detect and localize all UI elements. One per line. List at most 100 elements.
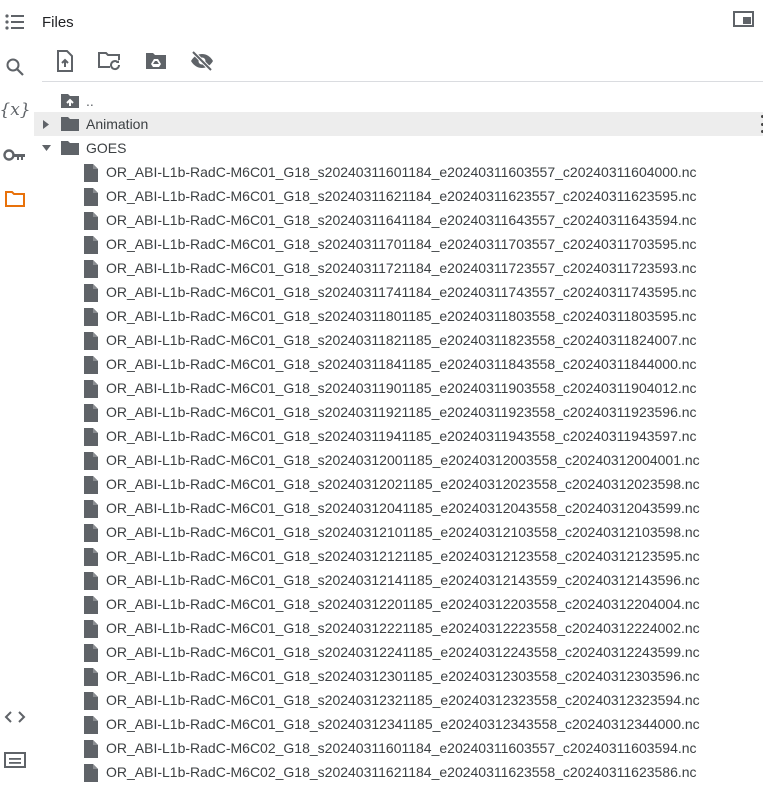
file-name: OR_ABI-L1b-RadC-M6C01_G18_s2024031230118… (106, 668, 700, 684)
folder-icon (61, 140, 79, 156)
terminal-icon[interactable] (3, 748, 27, 772)
file-row[interactable]: OR_ABI-L1b-RadC-M6C01_G18_s2024031192118… (34, 400, 763, 424)
file-name: OR_ABI-L1b-RadC-M6C01_G18_s2024031214118… (106, 572, 700, 588)
file-icon (84, 596, 98, 614)
file-icon (84, 476, 98, 494)
file-icon (84, 692, 98, 710)
file-name: OR_ABI-L1b-RadC-M6C01_G18_s2024031234118… (106, 716, 700, 732)
file-name: OR_ABI-L1b-RadC-M6C01_G18_s2024031190118… (106, 380, 697, 396)
file-name: OR_ABI-L1b-RadC-M6C01_G18_s2024031174118… (106, 284, 697, 300)
file-icon (84, 332, 98, 350)
file-icon (84, 428, 98, 446)
file-name: OR_ABI-L1b-RadC-M6C01_G18_s2024031202118… (106, 476, 700, 492)
file-row[interactable]: OR_ABI-L1b-RadC-M6C02_G18_s2024031162118… (34, 760, 763, 784)
files-folder-icon[interactable] (3, 187, 27, 211)
file-row[interactable]: OR_ABI-L1b-RadC-M6C01_G18_s2024031234118… (34, 712, 763, 736)
file-icon (84, 404, 98, 422)
file-name: OR_ABI-L1b-RadC-M6C02_G18_s2024031162118… (106, 764, 697, 780)
file-name: OR_ABI-L1b-RadC-M6C01_G18_s2024031162118… (106, 188, 697, 204)
file-name: OR_ABI-L1b-RadC-M6C01_G18_s2024031170118… (106, 236, 697, 252)
folder-name: Animation (86, 116, 149, 132)
file-icon (84, 188, 98, 206)
open-in-tab-icon[interactable] (733, 10, 755, 28)
file-name: OR_ABI-L1b-RadC-M6C01_G18_s2024031194118… (106, 428, 697, 444)
collapse-arrow-icon[interactable] (41, 143, 51, 153)
file-name: OR_ABI-L1b-RadC-M6C01_G18_s2024031222118… (106, 620, 700, 636)
file-row[interactable]: OR_ABI-L1b-RadC-M6C01_G18_s2024031172118… (34, 256, 763, 280)
file-row[interactable]: OR_ABI-L1b-RadC-M6C01_G18_s2024031214118… (34, 568, 763, 592)
file-icon (84, 380, 98, 398)
file-row[interactable]: OR_ABI-L1b-RadC-M6C01_G18_s2024031200118… (34, 448, 763, 472)
folder-up-icon (61, 93, 79, 109)
file-row[interactable]: OR_ABI-L1b-RadC-M6C01_G18_s2024031184118… (34, 352, 763, 376)
more-options-icon[interactable] (759, 115, 763, 133)
file-name: OR_ABI-L1b-RadC-M6C01_G18_s2024031172118… (106, 260, 697, 276)
file-row[interactable]: OR_ABI-L1b-RadC-M6C01_G18_s2024031224118… (34, 640, 763, 664)
file-icon (84, 308, 98, 326)
parent-directory-row[interactable]: .. (34, 89, 763, 113)
code-snippets-icon[interactable] (3, 705, 27, 729)
secrets-key-icon[interactable] (3, 143, 27, 167)
file-name: OR_ABI-L1b-RadC-M6C01_G18_s2024031160118… (106, 164, 697, 180)
file-icon (84, 284, 98, 302)
file-row[interactable]: OR_ABI-L1b-RadC-M6C02_G18_s2024031160118… (34, 736, 763, 760)
file-row[interactable]: OR_ABI-L1b-RadC-M6C01_G18_s2024031170118… (34, 232, 763, 256)
file-icon (84, 524, 98, 542)
file-icon (84, 644, 98, 662)
table-of-contents-icon[interactable] (3, 10, 27, 34)
file-icon (84, 452, 98, 470)
folder-row-goes[interactable]: GOES (34, 136, 763, 160)
file-row[interactable]: OR_ABI-L1b-RadC-M6C01_G18_s2024031182118… (34, 328, 763, 352)
file-row[interactable]: OR_ABI-L1b-RadC-M6C01_G18_s2024031210118… (34, 520, 763, 544)
upload-file-icon[interactable] (52, 49, 78, 73)
mount-drive-icon[interactable] (143, 49, 169, 73)
file-row[interactable]: OR_ABI-L1b-RadC-M6C01_G18_s2024031174118… (34, 280, 763, 304)
file-name: OR_ABI-L1b-RadC-M6C01_G18_s2024031200118… (106, 452, 700, 468)
file-name: OR_ABI-L1b-RadC-M6C02_G18_s2024031160118… (106, 740, 697, 756)
file-icon (84, 716, 98, 734)
file-icon (84, 260, 98, 278)
expand-arrow-icon[interactable] (41, 119, 51, 129)
folder-icon (61, 116, 79, 132)
file-row[interactable]: OR_ABI-L1b-RadC-M6C01_G18_s2024031180118… (34, 304, 763, 328)
file-row[interactable]: OR_ABI-L1b-RadC-M6C01_G18_s2024031190118… (34, 376, 763, 400)
file-row[interactable]: OR_ABI-L1b-RadC-M6C01_G18_s2024031194118… (34, 424, 763, 448)
panel-title: Files (42, 14, 74, 31)
file-icon (84, 236, 98, 254)
file-name: OR_ABI-L1b-RadC-M6C01_G18_s2024031220118… (106, 596, 700, 612)
search-icon[interactable] (3, 55, 27, 79)
file-row[interactable]: OR_ABI-L1b-RadC-M6C01_G18_s2024031204118… (34, 496, 763, 520)
refresh-folder-icon[interactable] (97, 49, 123, 73)
file-row[interactable]: OR_ABI-L1b-RadC-M6C01_G18_s2024031232118… (34, 688, 763, 712)
file-icon (84, 764, 98, 782)
file-icon (84, 500, 98, 518)
file-row[interactable]: OR_ABI-L1b-RadC-M6C01_G18_s2024031162118… (34, 184, 763, 208)
file-name: OR_ABI-L1b-RadC-M6C01_G18_s2024031180118… (106, 308, 697, 324)
file-name: OR_ABI-L1b-RadC-M6C01_G18_s2024031210118… (106, 524, 700, 540)
file-row[interactable]: OR_ABI-L1b-RadC-M6C01_G18_s2024031164118… (34, 208, 763, 232)
file-name: OR_ABI-L1b-RadC-M6C01_G18_s2024031224118… (106, 644, 700, 660)
variables-icon[interactable]: {x} (0, 98, 31, 122)
file-name: OR_ABI-L1b-RadC-M6C01_G18_s2024031182118… (106, 332, 697, 348)
file-row[interactable]: OR_ABI-L1b-RadC-M6C01_G18_s2024031230118… (34, 664, 763, 688)
file-row[interactable]: OR_ABI-L1b-RadC-M6C01_G18_s2024031220118… (34, 592, 763, 616)
file-row[interactable]: OR_ABI-L1b-RadC-M6C01_G18_s2024031212118… (34, 544, 763, 568)
file-icon (84, 164, 98, 182)
file-icon (84, 740, 98, 758)
file-name: OR_ABI-L1b-RadC-M6C01_G18_s2024031192118… (106, 404, 697, 420)
file-name: OR_ABI-L1b-RadC-M6C01_G18_s2024031232118… (106, 692, 700, 708)
file-icon (84, 668, 98, 686)
file-icon (84, 356, 98, 374)
hide-hidden-files-icon[interactable] (189, 49, 215, 73)
file-icon (84, 572, 98, 590)
file-row[interactable]: OR_ABI-L1b-RadC-M6C01_G18_s2024031160118… (34, 160, 763, 184)
file-name: OR_ABI-L1b-RadC-M6C01_G18_s2024031204118… (106, 500, 700, 516)
file-icon (84, 620, 98, 638)
file-row[interactable]: OR_ABI-L1b-RadC-M6C01_G18_s2024031202118… (34, 472, 763, 496)
file-icon (84, 212, 98, 230)
file-row[interactable]: OR_ABI-L1b-RadC-M6C01_G18_s2024031222118… (34, 616, 763, 640)
file-name: OR_ABI-L1b-RadC-M6C01_G18_s2024031164118… (106, 212, 697, 228)
folder-row-animation[interactable]: Animation (34, 112, 763, 136)
file-icon (84, 548, 98, 566)
toolbar-divider (42, 81, 763, 82)
